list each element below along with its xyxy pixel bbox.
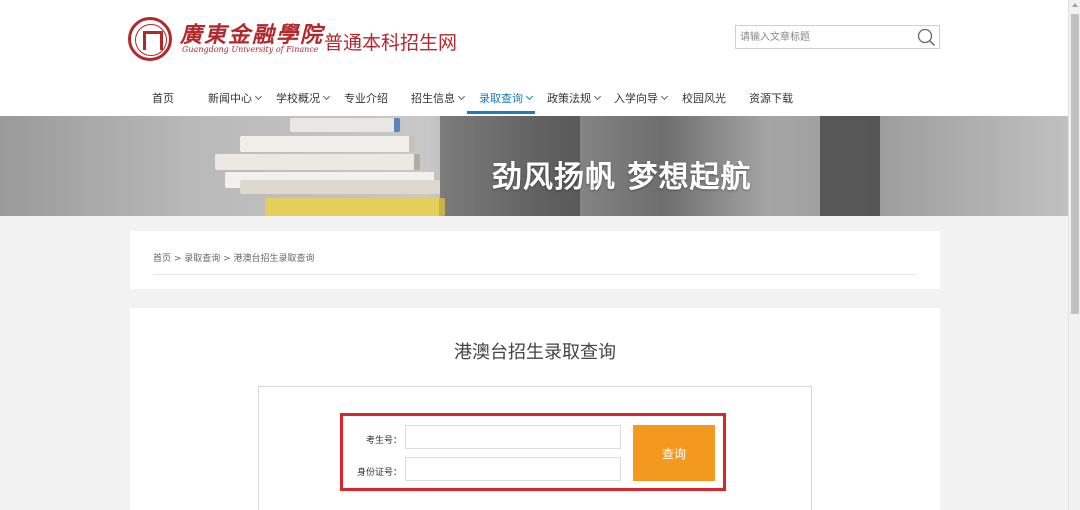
breadcrumb[interactable]: 首页 > 录取查询 > 港澳台招生录取查询	[153, 251, 315, 264]
nav-item-result-query[interactable]: 录取查询	[479, 90, 534, 106]
chevron-down-icon	[457, 92, 466, 101]
vertical-scrollbar[interactable]	[1068, 0, 1080, 510]
chevron-down-icon	[254, 92, 263, 101]
banner-shade	[820, 116, 880, 216]
id-number-label: 身份证号：	[356, 468, 402, 478]
page-title: 港澳台招生录取查询	[454, 342, 616, 363]
main-nav: 首页 新闻中心 学校概况 专业介绍 招生信息 录取查询 政策法规 入学向导 校园…	[0, 80, 1068, 116]
query-button[interactable]: 查询	[633, 425, 715, 481]
site-header: 廣東金融學院 Guangdong University of Finance 普…	[0, 0, 1068, 116]
nav-item-label: 专业介绍	[344, 92, 388, 105]
exam-number-label: 考生号：	[365, 436, 402, 446]
nav-item-downloads[interactable]: 资源下载	[749, 90, 793, 106]
id-number-input[interactable]	[405, 457, 621, 481]
search-input[interactable]	[736, 26, 916, 48]
divider	[153, 274, 916, 275]
nav-item-label: 录取查询	[479, 92, 523, 105]
university-name-en: Guangdong University of Finance	[182, 45, 319, 54]
nav-item-label: 新闻中心	[208, 92, 252, 105]
book-illustration	[240, 180, 440, 194]
site-title: 普通本科招生网	[324, 32, 458, 54]
nav-item-label: 招生信息	[411, 92, 455, 105]
book-illustration	[290, 118, 400, 132]
scroll-up-arrow-icon[interactable]	[1072, 3, 1078, 7]
scrollbar-thumb[interactable]	[1071, 14, 1079, 314]
nav-item-majors[interactable]: 专业介绍	[344, 90, 388, 106]
chevron-down-icon	[593, 92, 602, 101]
nav-item-home[interactable]: 首页	[152, 90, 174, 106]
nav-item-enrollment-guide[interactable]: 入学向导	[614, 90, 669, 106]
query-card: 港澳台招生录取查询 考生号： 身份证号： 查询	[130, 308, 940, 510]
nav-item-news[interactable]: 新闻中心	[208, 90, 263, 106]
book-illustration	[240, 136, 415, 152]
chevron-down-icon	[322, 92, 331, 101]
nav-item-label: 政策法规	[547, 92, 591, 105]
nav-item-policies[interactable]: 政策法规	[547, 90, 602, 106]
university-logo-emblem[interactable]	[128, 17, 172, 61]
nav-item-label: 校园风光	[682, 92, 726, 105]
banner-slogan: 劲风扬帆 梦想起航	[492, 160, 752, 195]
hero-banner: 劲风扬帆 梦想起航	[0, 116, 1068, 216]
exam-number-input[interactable]	[405, 425, 621, 449]
book-illustration	[215, 154, 420, 170]
breadcrumb-card: 首页 > 录取查询 > 港澳台招生录取查询	[130, 231, 940, 289]
search-box	[735, 25, 940, 49]
chevron-down-icon	[525, 92, 534, 101]
book-illustration	[265, 198, 445, 216]
nav-item-label: 学校概况	[276, 92, 320, 105]
nav-item-label: 首页	[152, 92, 174, 105]
nav-item-label: 入学向导	[614, 92, 658, 105]
nav-item-about[interactable]: 学校概况	[276, 90, 331, 106]
nav-active-indicator	[467, 111, 535, 114]
nav-item-admission-info[interactable]: 招生信息	[411, 90, 466, 106]
chevron-down-icon	[660, 92, 669, 101]
search-icon[interactable]	[915, 27, 937, 47]
nav-item-campus-scenery[interactable]: 校园风光	[682, 90, 726, 106]
query-form: 考生号： 身份证号： 查询	[258, 386, 812, 510]
nav-item-label: 资源下载	[749, 92, 793, 105]
